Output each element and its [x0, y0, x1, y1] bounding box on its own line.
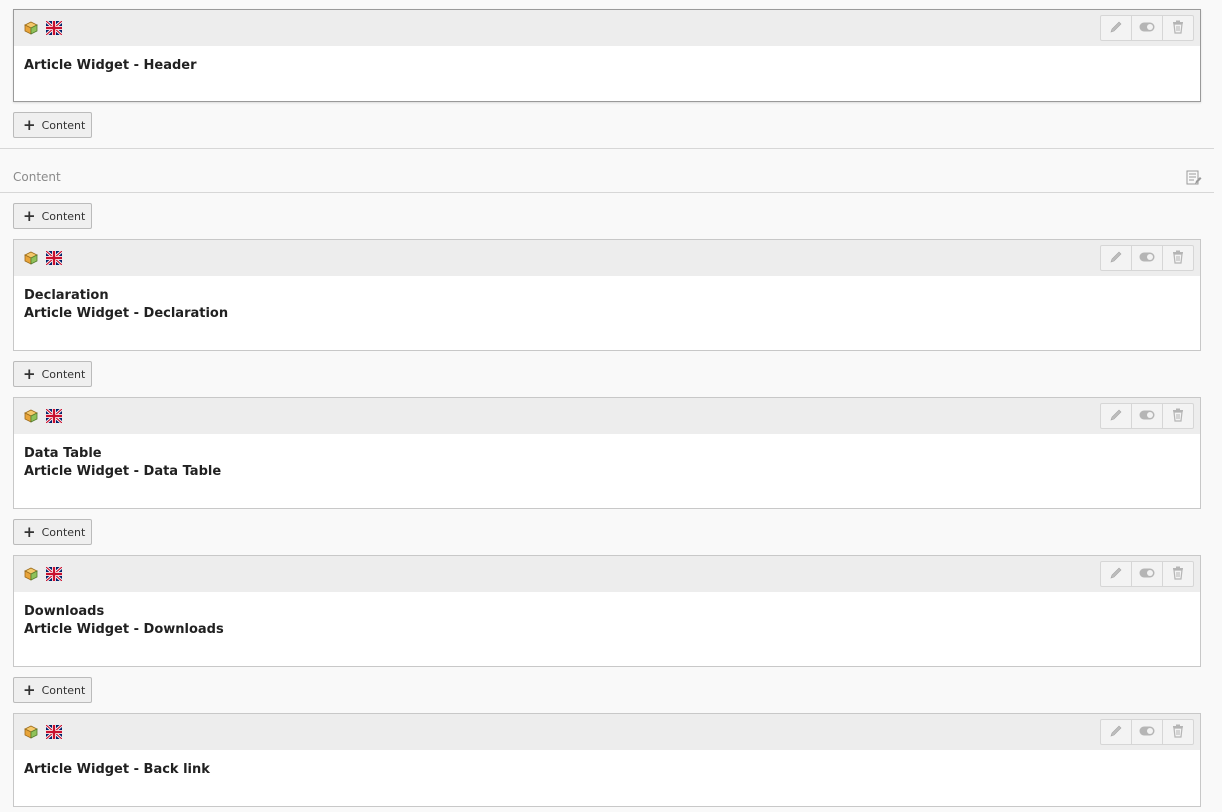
toggle-visibility-button[interactable]	[1131, 403, 1163, 429]
content-element-body: Downloads Article Widget - Downloads	[14, 592, 1200, 639]
edit-icon	[1109, 566, 1123, 583]
content-element-body: Article Widget - Header	[14, 46, 1200, 75]
toggle-visibility-button[interactable]	[1131, 561, 1163, 587]
toggle-visibility-icon	[1139, 567, 1155, 581]
plus-icon: +	[23, 364, 36, 383]
content-element-header	[14, 240, 1200, 276]
toggle-visibility-icon	[1139, 21, 1155, 35]
delete-icon	[1172, 408, 1184, 425]
content-element-icon[interactable]	[24, 21, 38, 35]
toggle-visibility-icon	[1139, 251, 1155, 265]
add-content-label: Content	[41, 367, 86, 381]
uk-flag-icon	[46, 409, 62, 423]
delete-icon	[1172, 724, 1184, 741]
add-content-button[interactable]: + Content	[13, 203, 92, 229]
section-divider	[0, 148, 1214, 149]
delete-button[interactable]	[1162, 719, 1194, 745]
content-element-icon[interactable]	[24, 725, 38, 739]
delete-icon	[1172, 20, 1184, 37]
add-content-button[interactable]: + Content	[13, 361, 92, 387]
delete-button[interactable]	[1162, 403, 1194, 429]
content-element: Data Table Article Widget - Data Table	[13, 397, 1201, 509]
content-element-header	[14, 714, 1200, 750]
section-divider	[0, 192, 1214, 193]
delete-icon	[1172, 566, 1184, 583]
content-element: Downloads Article Widget - Downloads	[13, 555, 1201, 667]
add-content-button[interactable]: + Content	[13, 519, 92, 545]
edit-button[interactable]	[1100, 561, 1132, 587]
edit-button[interactable]	[1100, 15, 1132, 41]
element-header-text: Declaration	[24, 288, 109, 303]
element-header-text: Data Table	[24, 446, 102, 461]
edit-icon	[1109, 20, 1123, 37]
section-title: Content	[13, 170, 61, 184]
delete-button[interactable]	[1162, 245, 1194, 271]
element-title: Article Widget - Back link	[24, 762, 210, 777]
uk-flag-icon	[46, 251, 62, 265]
content-element-body: Declaration Article Widget - Declaration	[14, 276, 1200, 323]
edit-button[interactable]	[1100, 403, 1132, 429]
plus-icon: +	[23, 206, 36, 225]
toggle-visibility-button[interactable]	[1131, 15, 1163, 41]
add-content-button[interactable]: + Content	[13, 677, 92, 703]
edit-columns-icon[interactable]	[1186, 170, 1202, 189]
add-content-label: Content	[41, 118, 86, 132]
delete-icon	[1172, 250, 1184, 267]
uk-flag-icon	[46, 21, 62, 35]
delete-button[interactable]	[1162, 561, 1194, 587]
toggle-visibility-button[interactable]	[1131, 719, 1163, 745]
uk-flag-icon	[46, 725, 62, 739]
add-content-label: Content	[41, 209, 86, 223]
content-element: Article Widget - Header	[13, 9, 1201, 102]
add-content-label: Content	[41, 683, 86, 697]
edit-icon	[1109, 408, 1123, 425]
content-element-header	[14, 10, 1200, 46]
uk-flag-icon	[46, 567, 62, 581]
element-title: Article Widget - Data Table	[24, 464, 222, 479]
edit-button[interactable]	[1100, 719, 1132, 745]
element-title: Article Widget - Downloads	[24, 622, 224, 637]
plus-icon: +	[23, 115, 36, 134]
element-title: Article Widget - Declaration	[24, 306, 229, 321]
delete-button[interactable]	[1162, 15, 1194, 41]
content-element-icon[interactable]	[24, 409, 38, 423]
edit-icon	[1109, 724, 1123, 741]
content-element-body: Data Table Article Widget - Data Table	[14, 434, 1200, 481]
plus-icon: +	[23, 680, 36, 699]
content-element-body: Article Widget - Back link	[14, 750, 1200, 779]
content-element-icon[interactable]	[24, 567, 38, 581]
content-element: Declaration Article Widget - Declaration	[13, 239, 1201, 351]
content-element-header	[14, 398, 1200, 434]
add-content-button[interactable]: + Content	[13, 112, 92, 138]
edit-button[interactable]	[1100, 245, 1132, 271]
add-content-label: Content	[41, 525, 86, 539]
edit-icon	[1109, 250, 1123, 267]
plus-icon: +	[23, 522, 36, 541]
toggle-visibility-icon	[1139, 725, 1155, 739]
content-element-header	[14, 556, 1200, 592]
toggle-visibility-button[interactable]	[1131, 245, 1163, 271]
element-header-text: Downloads	[24, 604, 105, 619]
element-title: Article Widget - Header	[24, 58, 197, 73]
content-element-icon[interactable]	[24, 251, 38, 265]
toggle-visibility-icon	[1139, 409, 1155, 423]
content-element: Article Widget - Back link	[13, 713, 1201, 807]
